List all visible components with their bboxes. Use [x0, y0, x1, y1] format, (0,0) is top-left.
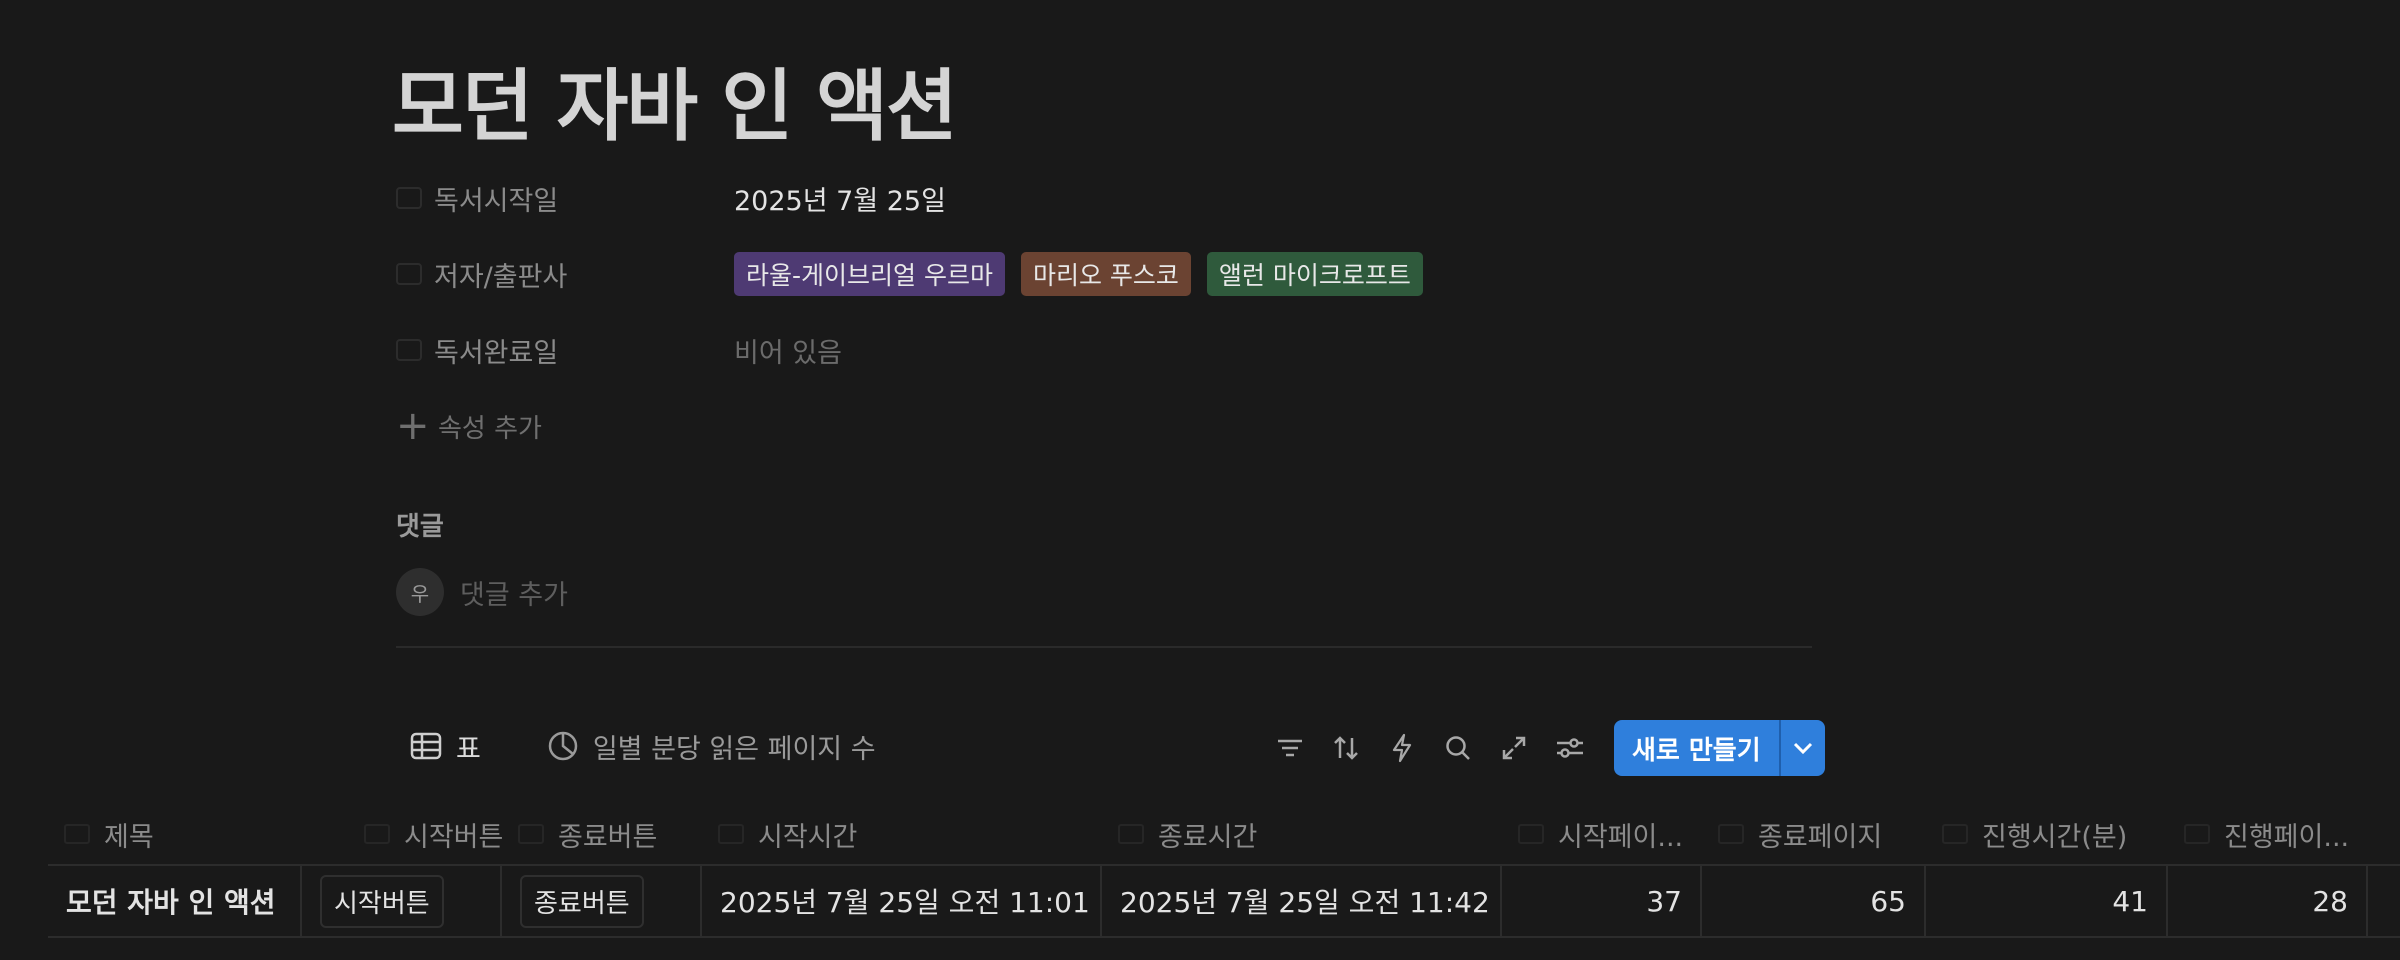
cell-end-button: 종료버튼: [502, 866, 702, 936]
table-icon: [410, 732, 442, 760]
comment-input[interactable]: 댓글 추가: [460, 573, 568, 612]
multi-select-icon: [396, 263, 422, 285]
cell-end-time[interactable]: 2025년 7월 25일 오전 11:42: [1102, 866, 1502, 936]
plus-icon: +: [396, 403, 430, 449]
property-value[interactable]: 2025년 7월 25일: [734, 179, 946, 218]
column-header-end-page[interactable]: 종료페이지: [1702, 804, 1926, 864]
new-button[interactable]: 새로 만들기: [1614, 720, 1779, 776]
add-comment-row[interactable]: 우 댓글 추가: [396, 568, 568, 616]
calendar-icon: [718, 824, 744, 844]
property-value-empty[interactable]: 비어 있음: [734, 331, 842, 370]
property-label: 독서완료일: [434, 337, 559, 369]
end-button[interactable]: 종료버튼: [520, 874, 644, 928]
tab-chart-view[interactable]: 일별 분당 읽은 페이지 수: [547, 727, 876, 766]
column-header-pages-read[interactable]: 진행페이...: [2168, 804, 2368, 864]
column-header-start-page[interactable]: 시작페이...: [1502, 804, 1702, 864]
tag-author[interactable]: 마리오 푸스코: [1020, 252, 1191, 296]
sort-icon[interactable]: [1318, 720, 1374, 776]
property-label: 저자/출판사: [434, 261, 568, 293]
column-header-start-button[interactable]: 시작버튼: [302, 804, 502, 864]
automation-icon[interactable]: [1374, 720, 1430, 776]
table-row[interactable]: 모던 자바 인 액션 시작버튼 종료버튼 2025년 7월 25일 오전 11:…: [48, 864, 2400, 938]
property-end-date[interactable]: 독서완료일 비어 있음: [396, 328, 842, 372]
calendar-icon: [396, 339, 422, 361]
button-icon: [518, 824, 544, 844]
cell-end-page[interactable]: 65: [1702, 866, 1926, 936]
column-header-end-time[interactable]: 종료시간: [1102, 804, 1502, 864]
column-header-title[interactable]: 제목: [48, 804, 302, 864]
new-button-group: 새로 만들기: [1614, 720, 1825, 776]
column-header-duration[interactable]: 진행시간(분): [1926, 804, 2168, 864]
formula-icon: [1942, 824, 1968, 844]
settings-icon[interactable]: [1542, 720, 1598, 776]
expand-icon[interactable]: [1486, 720, 1542, 776]
page-title[interactable]: 모던 자바 인 액션: [392, 44, 958, 156]
tab-table-view[interactable]: 표: [410, 727, 481, 766]
divider: [396, 646, 1812, 648]
add-property-button[interactable]: + 속성 추가: [396, 404, 542, 448]
calendar-icon: [396, 187, 422, 209]
tag-author[interactable]: 라울-게이브리얼 우르마: [734, 252, 1005, 296]
button-icon: [364, 824, 390, 844]
cell-pages-read[interactable]: 28: [2168, 866, 2368, 936]
number-icon: [1718, 824, 1744, 844]
text-icon: [64, 824, 90, 844]
property-label: 독서시작일: [434, 185, 559, 217]
column-header-start-time[interactable]: 시작시간: [702, 804, 1102, 864]
property-author-publisher[interactable]: 저자/출판사 라울-게이브리얼 우르마 마리오 푸스코 앨런 마이크로프트: [396, 252, 1423, 296]
start-button[interactable]: 시작버튼: [320, 874, 444, 928]
add-property-label: 속성 추가: [438, 413, 542, 444]
formula-icon: [2184, 824, 2210, 844]
tag-list[interactable]: 라울-게이브리얼 우르마 마리오 푸스코 앨런 마이크로프트: [734, 252, 1423, 296]
table-header: 제목 시작버튼 종료버튼 시작시간 종료시간 시작페이... 종료페이지 진행시…: [48, 804, 2400, 864]
cell-title[interactable]: 모던 자바 인 액션: [48, 866, 302, 936]
tag-author[interactable]: 앨런 마이크로프트: [1206, 252, 1423, 296]
new-button-dropdown[interactable]: [1778, 720, 1825, 776]
property-start-date[interactable]: 독서시작일 2025년 7월 25일: [396, 176, 946, 220]
view-tabs: 표 일별 분당 읽은 페이지 수: [410, 722, 876, 770]
cell-duration[interactable]: 41: [1926, 866, 2168, 936]
chart-icon: [548, 731, 578, 761]
cell-start-page[interactable]: 37: [1502, 866, 1702, 936]
cell-start-time[interactable]: 2025년 7월 25일 오전 11:01: [702, 866, 1102, 936]
tab-label: 일별 분당 읽은 페이지 수: [592, 733, 876, 765]
database-toolbar: 새로 만들기: [1262, 720, 1825, 776]
comments-heading: 댓글: [396, 512, 444, 542]
search-icon[interactable]: [1430, 720, 1486, 776]
tab-label: 표: [456, 733, 481, 765]
chevron-down-icon: [1793, 742, 1812, 755]
cell-start-button: 시작버튼: [302, 866, 502, 936]
number-icon: [1518, 824, 1544, 844]
database-table: 제목 시작버튼 종료버튼 시작시간 종료시간 시작페이... 종료페이지 진행시…: [48, 804, 2400, 938]
column-header-end-button[interactable]: 종료버튼: [502, 804, 702, 864]
filter-icon[interactable]: [1262, 720, 1318, 776]
avatar: 우: [396, 568, 444, 616]
calendar-icon: [1118, 824, 1144, 844]
